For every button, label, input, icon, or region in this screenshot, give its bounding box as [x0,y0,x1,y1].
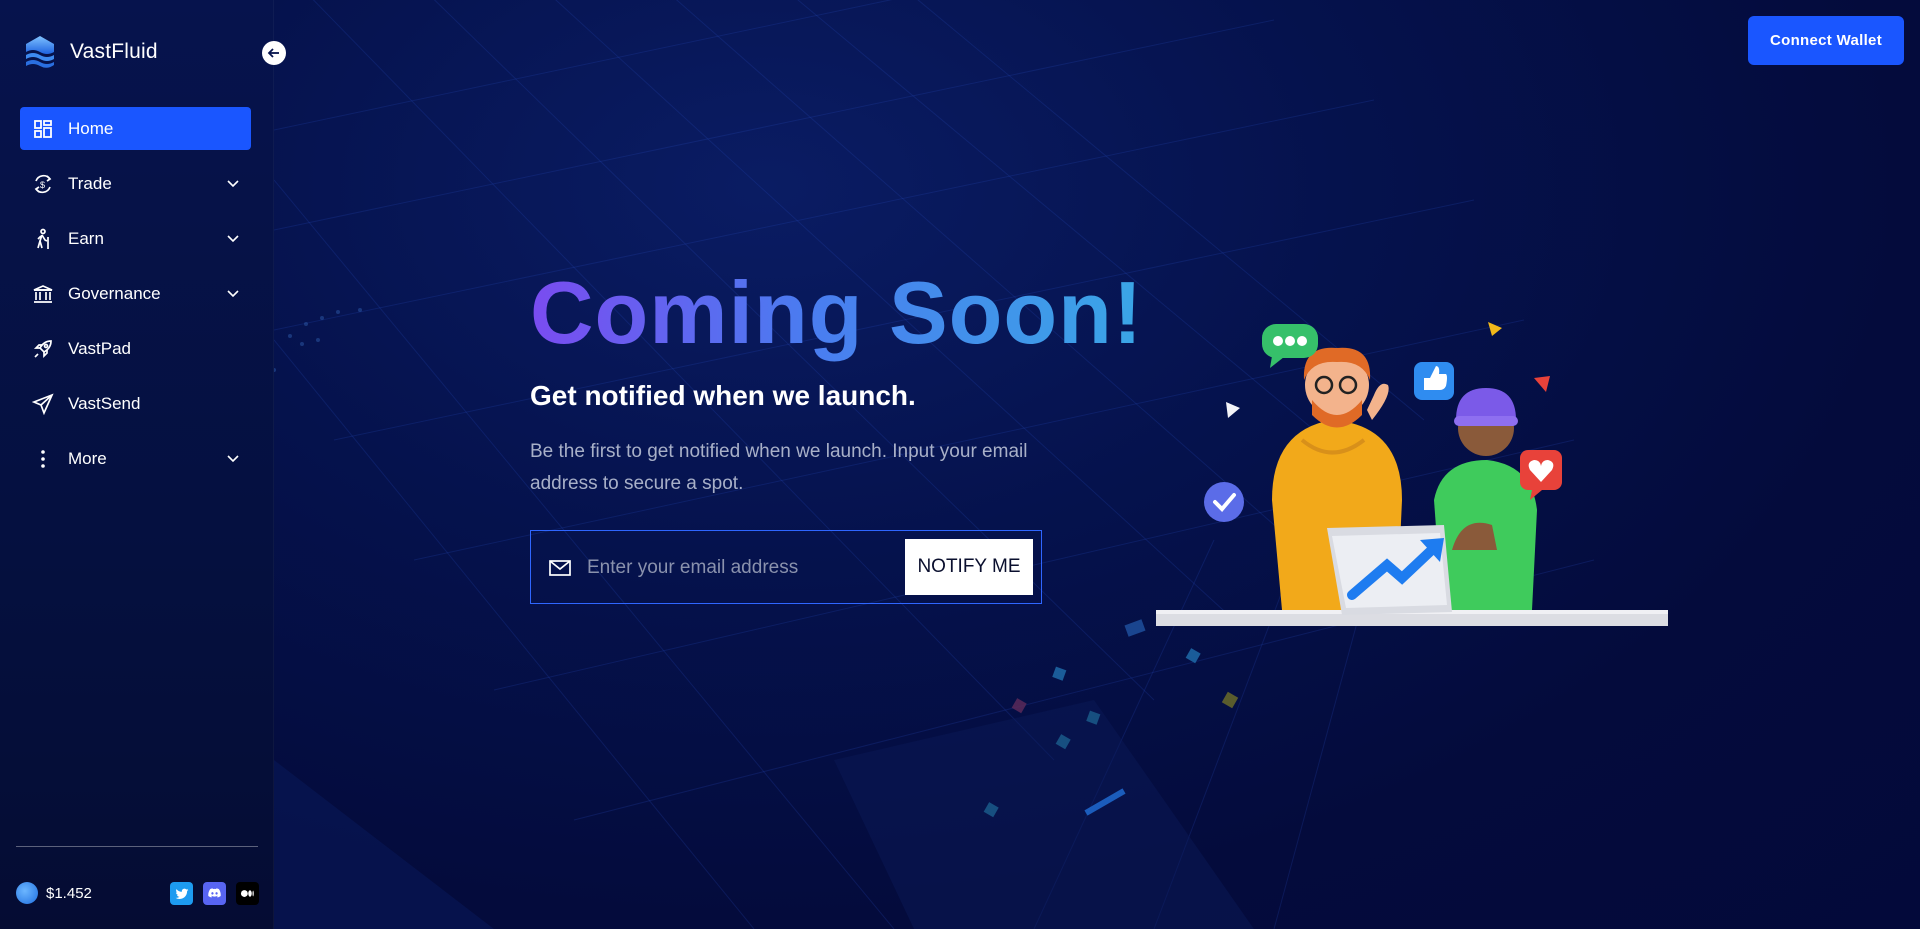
chevron-down-icon [227,180,239,188]
sidebar-item-label: Trade [68,173,112,193]
sidebar-item-trade[interactable]: $ Trade [20,162,251,205]
sidebar-item-label: More [68,448,107,468]
sidebar-nav: Home $ Trade Earn Governance VastPad Vas… [20,107,251,492]
sidebar-item-vastsend[interactable]: VastSend [20,382,251,425]
notify-form: NOTIFY ME [530,529,1042,604]
collapse-sidebar-button[interactable] [262,41,286,65]
bank-icon [32,283,54,305]
notify-me-button[interactable]: NOTIFY ME [905,538,1033,595]
sidebar-item-home[interactable]: Home [20,107,251,150]
token-price-value: $1.452 [46,884,92,902]
discord-icon[interactable] [203,882,226,905]
dashboard-icon [32,118,54,140]
team-illustration [1156,322,1668,626]
twitter-icon[interactable] [170,882,193,905]
sidebar-item-label: Earn [68,228,104,248]
svg-text:$: $ [40,180,45,190]
sidebar-item-vastpad[interactable]: VastPad [20,327,251,370]
chevron-down-icon [227,455,239,463]
sidebar-item-label: Governance [68,283,161,303]
send-icon [32,392,54,415]
token-price: $1.452 [16,882,92,904]
connect-wallet-button[interactable]: Connect Wallet [1748,16,1904,65]
sidebar-item-label: VastSend [68,393,141,413]
sidebar-divider [16,846,258,847]
page-title: Coming Soon! [530,263,1144,362]
sidebar-item-label: VastPad [68,338,132,358]
token-icon [16,882,38,904]
mail-icon [549,559,571,576]
sidebar: VastFluid Home $ Trade Earn Governance V… [0,0,274,929]
sidebar-item-earn[interactable]: Earn [20,217,251,260]
medium-icon[interactable] [236,882,259,905]
sidebar-item-governance[interactable]: Governance [20,272,251,315]
vastfluid-logo-icon [26,36,54,68]
sidebar-item-label: Home [68,118,114,138]
hero-description: Be the first to get notified when we lau… [530,440,1028,494]
hiker-icon [32,228,54,250]
main-content: Connect Wallet Coming Soon! Get notified… [274,0,1920,929]
chevron-down-icon [227,235,239,243]
arrow-left-icon [267,48,279,58]
brand-name: VastFluid [70,40,158,63]
hero-subtitle: Get notified when we launch. [530,379,916,411]
brand[interactable]: VastFluid [20,32,158,72]
swap-icon: $ [32,173,54,195]
hero: Coming Soon! Get notified when we launch… [530,263,1144,604]
chevron-down-icon [227,290,239,298]
more-vertical-icon [32,448,54,470]
sidebar-item-more[interactable]: More [20,437,251,480]
email-input[interactable] [587,550,887,585]
rocket-icon [32,338,54,360]
social-links [170,882,259,905]
